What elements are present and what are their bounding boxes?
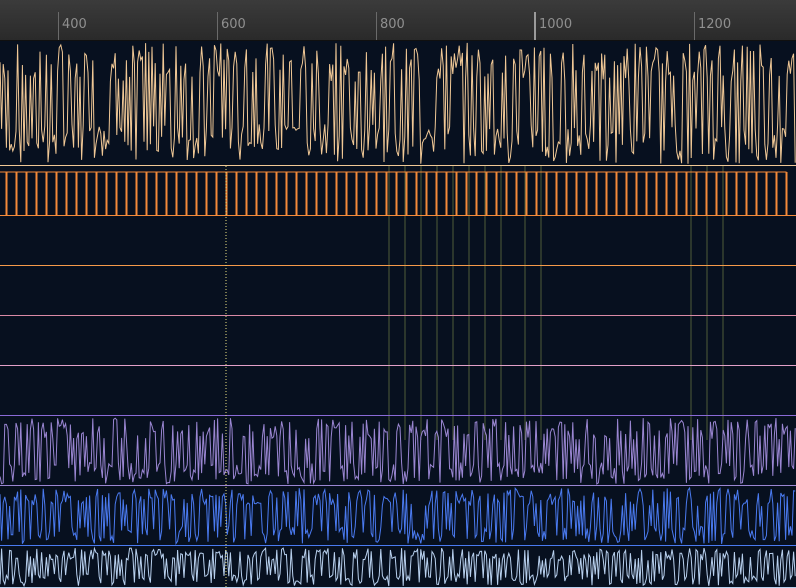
ruler-label-1000: 1000 [539, 17, 573, 32]
track-7[interactable] [0, 417, 796, 486]
track-1[interactable] [0, 42, 796, 166]
track-area[interactable] [0, 40, 796, 588]
ruler-label-400: 400 [62, 17, 87, 32]
ruler-tick [376, 12, 377, 40]
spike-path [0, 171, 788, 216]
playhead-marker[interactable] [534, 12, 536, 40]
ruler-label-600: 600 [221, 17, 246, 32]
track-9[interactable] [0, 546, 796, 588]
ruler-tick [58, 12, 59, 40]
track-8[interactable] [0, 486, 796, 546]
ruler-tick [217, 12, 218, 40]
timeline-ruler[interactable]: 400 600 800 1000 1200 [0, 0, 796, 41]
waveform-path [0, 417, 796, 486]
ruler-label-800: 800 [380, 17, 405, 32]
ruler-label-1200: 1200 [698, 17, 732, 32]
ruler-tick [694, 12, 695, 40]
waveform-path [0, 42, 796, 164]
waveform-viewer: 400 600 800 1000 1200 [0, 0, 796, 588]
track-2[interactable] [0, 171, 796, 216]
waveform-path [0, 486, 796, 546]
waveform-canvas[interactable] [0, 40, 796, 588]
waveform-path [0, 546, 796, 588]
